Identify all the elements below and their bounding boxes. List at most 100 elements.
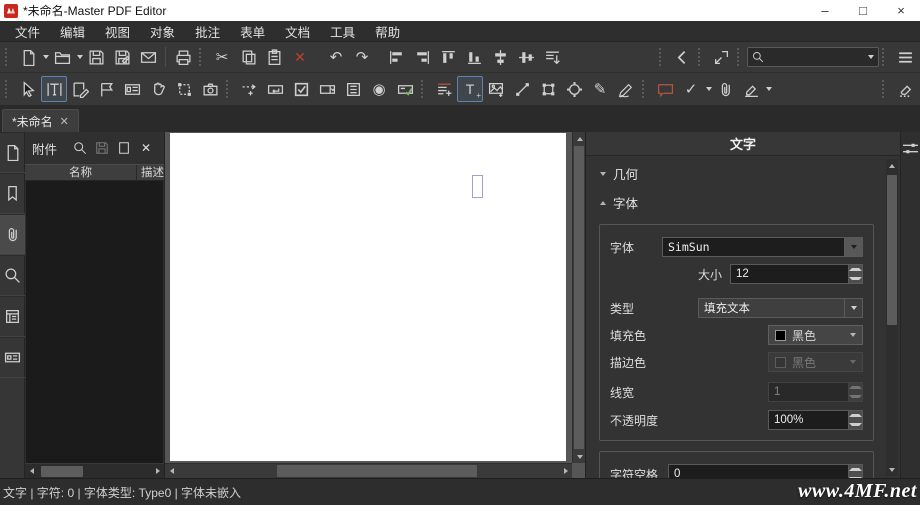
menu-annotate[interactable]: 批注 [186,20,229,43]
scroll-left-icon[interactable] [165,464,178,477]
scrollbar-thumb[interactable] [277,465,477,477]
pencil-tool-button[interactable]: ✎ [587,76,613,102]
sliders-icon[interactable] [902,140,919,157]
toolbar-drag-handle[interactable] [199,48,206,66]
pdf-page[interactable] [170,133,566,461]
toolbar-drag-handle[interactable] [642,80,649,98]
scroll-down-icon[interactable] [886,463,898,476]
search-input[interactable] [767,51,863,63]
link-tool-button[interactable] [236,76,262,102]
align-left-button[interactable] [383,44,409,70]
attachments-list[interactable] [26,181,163,463]
size-input[interactable]: 12 [730,264,849,284]
rectangle-tool-button[interactable] [535,76,561,102]
combobox-field-button[interactable] [314,76,340,102]
document-tab[interactable]: *未命名 ✕ [2,109,79,132]
save-as-button[interactable] [109,44,135,70]
attachments-add-button[interactable] [113,141,135,155]
maximize-button[interactable]: □ [844,0,882,21]
toolbar-drag-handle[interactable] [226,80,233,98]
listbox-field-button[interactable] [340,76,366,102]
insert-text-button[interactable] [431,76,457,102]
scroll-down-icon[interactable] [573,450,585,463]
paste-button[interactable] [261,44,287,70]
toolbar-drag-handle[interactable] [5,48,12,66]
section-geometry[interactable]: 几何 [586,156,884,185]
opacity-input[interactable]: 100% [768,410,849,430]
save-button[interactable] [83,44,109,70]
delete-button[interactable]: ✕ [287,44,313,70]
menu-help[interactable]: 帮助 [366,20,409,43]
scrollbar-thumb[interactable] [41,465,83,477]
checkbox-field-button[interactable] [288,76,314,102]
attach-file-button[interactable] [712,76,738,102]
menu-forms[interactable]: 表单 [231,20,274,43]
size-spinner[interactable] [849,264,863,284]
move-to-position-button[interactable] [539,44,565,70]
new-document-button[interactable] [15,44,41,70]
canvas-hscrollbar[interactable] [165,463,572,478]
scroll-up-icon[interactable] [886,159,898,172]
scroll-up-icon[interactable] [573,132,585,145]
align-top-button[interactable] [435,44,461,70]
font-select[interactable]: SimSun [662,237,845,257]
properties-vscrollbar[interactable] [886,159,898,476]
column-description[interactable]: 描述 [137,165,164,180]
text-cursor-placeholder[interactable] [472,175,483,198]
copy-button[interactable] [235,44,261,70]
menu-object[interactable]: 对象 [141,20,184,43]
cut-button[interactable]: ✂ [209,44,235,70]
close-button[interactable]: × [882,0,920,21]
center-horizontal-button[interactable] [487,44,513,70]
eraser-tool-button[interactable] [892,76,918,102]
check-annotation-button[interactable]: ✓ [678,76,704,102]
align-right-button[interactable] [409,44,435,70]
toolbar-drag-handle[interactable] [421,80,428,98]
fit-page-button[interactable] [708,44,734,70]
print-button[interactable] [170,44,196,70]
search-caret-icon[interactable] [868,55,874,59]
text-field-button[interactable] [262,76,288,102]
sidebar-item-signatures[interactable] [0,337,25,378]
ellipse-tool-button[interactable] [561,76,587,102]
flag-tool-button[interactable] [93,76,119,102]
toolbar-drag-handle[interactable] [882,48,889,66]
type-dropdown-icon[interactable] [845,298,863,318]
toolbar-drag-handle[interactable] [737,48,744,66]
tab-close-icon[interactable]: ✕ [60,115,69,128]
section-font[interactable]: 字体 [586,185,884,214]
add-image-button[interactable] [483,76,509,102]
menu-tools[interactable]: 工具 [321,20,364,43]
select-tool-button[interactable] [15,76,41,102]
minimize-button[interactable]: – [806,0,844,21]
form-properties-button[interactable] [119,76,145,102]
redo-button[interactable]: ↷ [349,44,375,70]
attachments-save-button[interactable] [91,141,113,155]
comment-tool-button[interactable] [652,76,678,102]
highlight-caret-icon[interactable] [766,87,772,91]
main-menu-button[interactable] [892,44,918,70]
scrollbar-thumb[interactable] [574,146,584,449]
open-file-button[interactable] [49,44,75,70]
opacity-spinner[interactable] [849,410,863,430]
canvas-vscrollbar[interactable] [572,132,585,463]
char-spacing-spinner[interactable] [849,464,863,478]
toolbar-drag-handle[interactable] [698,48,705,66]
scroll-right-icon[interactable] [151,465,164,478]
sidebar-item-search[interactable] [0,255,25,296]
back-button[interactable] [669,44,695,70]
select-area-button[interactable] [171,76,197,102]
scroll-right-icon[interactable] [559,464,572,477]
add-text-tool-button[interactable]: T + [457,76,483,102]
scrollbar-thumb[interactable] [887,175,897,325]
align-bottom-button[interactable] [461,44,487,70]
scroll-left-icon[interactable] [25,465,38,478]
edit-text-tool-button[interactable] [41,76,67,102]
menu-edit[interactable]: 编辑 [51,20,94,43]
attachments-hscrollbar[interactable] [25,463,164,478]
sidebar-item-bookmarks[interactable] [0,173,25,214]
menu-file[interactable]: 文件 [6,20,49,43]
toolbar-drag-handle[interactable] [5,80,12,98]
highlight-tool-button[interactable] [738,76,764,102]
snapshot-button[interactable] [197,76,223,102]
